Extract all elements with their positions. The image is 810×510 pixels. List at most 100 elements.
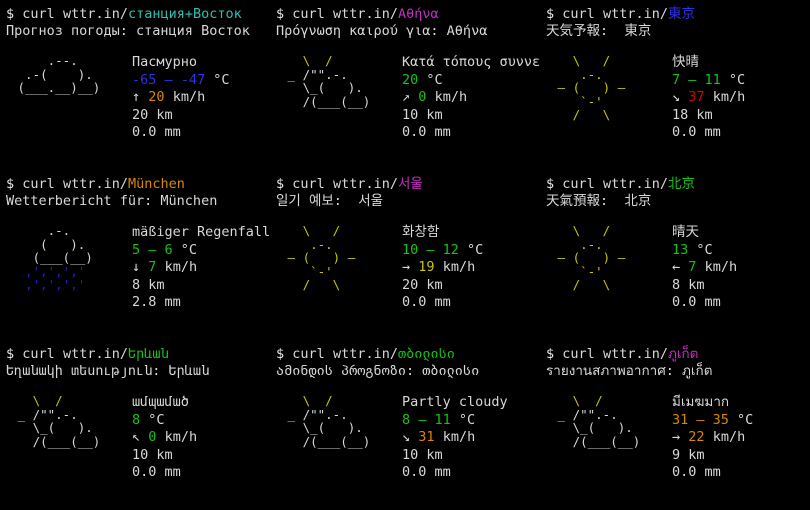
art-line: .-. <box>550 236 641 252</box>
url-host: wttr.in/ <box>332 346 398 362</box>
forecast-headline: Прогноз погоды: станция Восток <box>6 23 250 39</box>
art-line: .--. <box>10 53 101 68</box>
weather-ascii-art-partly-cloudy: \ / _ /"".-. \_( ). /(___(__) <box>276 394 402 448</box>
command-line: $ curl wttr.in/München <box>6 176 270 193</box>
art-line: \ / <box>550 53 641 68</box>
forecast-info: ամպամած 8 °C ↖ 0 km/h 10 km 0.0 mm <box>132 394 270 482</box>
wind-speed-value: 31 <box>418 429 435 445</box>
weather-ascii-art-sunny: \ / .-. ― ( ) ― `-' / \ <box>546 224 672 292</box>
art-line: _ /"".-. <box>10 406 108 422</box>
forecast-body: \ / .-. ― ( ) ― `-' / \ 화창함 10 — 12 °C → 1… <box>276 224 540 312</box>
curl-command: curl <box>292 176 325 192</box>
prompt-symbol: $ <box>546 6 555 22</box>
forecast-headline: 天気予報: 東京 <box>546 23 652 39</box>
curl-command: curl <box>22 176 55 192</box>
art-line: / \ <box>550 277 641 292</box>
forecast-body: .-. ( ). (___(__) ‚'‚'‚'‚' ‚'‚'‚'‚' mäßi… <box>6 224 270 312</box>
condition-text: มีเมฆมาก <box>672 394 730 410</box>
forecast-body: \ / _ /"".-. \_( ). /(___(__) ամպամած 8 °… <box>6 394 270 482</box>
url-city: თბილისი <box>397 346 455 362</box>
wind-speed-value: 20 <box>148 89 165 105</box>
weather-ascii-art-sunny: \ / .-. ― ( ) ― `-' / \ <box>276 224 402 292</box>
temperature-value: 13 <box>672 241 689 258</box>
wind-direction-arrow-icon: ← <box>672 259 681 275</box>
temperature-line: 5 — 6 °C <box>132 242 270 260</box>
forecast-headline: รายงานสภาพอากาศ: ภูเก็ต <box>546 363 713 379</box>
wind-line: → 22 km/h <box>672 429 810 447</box>
weather-ascii-art-partly-cloudy: \ / _ /"".-. \_( ). /(___(__) <box>6 394 132 448</box>
art-line: / \ <box>280 277 371 292</box>
forecast-info: 快晴 7 — 11 °C ↘ 37 km/h 18 km 0.0 mm <box>672 54 810 142</box>
art-rain-line: ‚'‚'‚'‚' <box>10 263 101 279</box>
forecast-body: .--. .-( ). (___.__)__) Пасмурно -65 — -47… <box>6 54 270 142</box>
precipitation-value: 0.0 mm <box>402 464 451 480</box>
forecast-headline: 일기 예보: 서울 <box>276 193 384 209</box>
art-line: \ / <box>550 223 641 238</box>
forecast-body: \ / _ /"".-. \_( ). /(___(__) มีเมฆมาก 31… <box>546 394 810 482</box>
precipitation-value: 0.0 mm <box>132 124 181 140</box>
temperature-line: 8 °C <box>132 412 270 430</box>
visibility-value: 10 km <box>402 446 443 463</box>
temperature-line: 13 °C <box>672 242 810 260</box>
wind-speed-value: 0 <box>418 89 427 105</box>
curl-command: curl <box>562 346 595 362</box>
wind-speed-unit: km/h <box>704 259 738 275</box>
prompt-symbol: $ <box>6 346 15 362</box>
temperature-value: 8 — 11 <box>402 411 451 428</box>
curl-command: curl <box>562 6 595 22</box>
wind-direction-arrow-icon: ↘ <box>402 429 411 445</box>
precipitation-value: 2.8 mm <box>132 294 181 310</box>
art-line: .-. <box>10 223 101 238</box>
url-city: станция+Восток <box>127 6 242 22</box>
condition-text: ամպամած <box>132 394 189 410</box>
visibility-value: 10 km <box>132 446 173 463</box>
art-line: ― ( ) ― <box>280 250 371 265</box>
wind-speed-unit: km/h <box>164 429 198 445</box>
url-host: wttr.in/ <box>602 346 668 362</box>
art-line: \_( ). <box>10 420 108 435</box>
condition-text: 晴天 <box>672 224 699 240</box>
art-line: .-. <box>280 236 371 252</box>
precipitation-value: 0.0 mm <box>402 124 451 140</box>
wind-line: ↑ 20 km/h <box>132 89 270 107</box>
forecast-headline: ამინდის პროგნოზი: თბილისი <box>276 363 480 379</box>
command-line: $ curl wttr.in/北京 <box>546 176 810 193</box>
art-line: `-' <box>280 263 371 279</box>
precipitation-value: 0.0 mm <box>132 464 181 480</box>
temperature-unit: °C <box>418 71 443 88</box>
url-city: 北京 <box>667 176 695 192</box>
art-line: ( ). <box>10 236 101 252</box>
wind-speed-value: 7 <box>148 259 157 275</box>
prompt-symbol: $ <box>546 346 555 362</box>
wind-speed-value: 7 <box>688 259 697 275</box>
art-line: ― ( ) ― <box>550 250 641 265</box>
visibility-value: 20 km <box>402 276 443 293</box>
wind-direction-arrow-icon: ↓ <box>132 259 141 275</box>
weather-ascii-art-overcast: .--. .-( ). (___.__)__) <box>6 54 132 95</box>
forecast-headline: Եղանակի տեսություն: Երևան <box>6 363 210 379</box>
url-host: wttr.in/ <box>62 346 128 362</box>
url-city: ภูเก็ต <box>667 346 699 362</box>
art-line: ― ( ) ― <box>550 80 641 95</box>
wind-direction-arrow-icon: → <box>672 429 681 445</box>
art-rain-line: ‚'‚'‚'‚' <box>10 277 101 292</box>
forecast-info: 화창함 10 — 12 °C → 19 km/h 20 km 0.0 mm <box>402 224 540 312</box>
url-city: München <box>127 176 185 192</box>
temperature-value: 20 <box>402 71 419 88</box>
condition-text: 快晴 <box>672 54 699 70</box>
forecast-info: มีเมฆมาก 31 — 35 °C → 22 km/h 9 km 0.0 mm <box>672 394 810 482</box>
temperature-value: 31 — 35 <box>672 411 729 428</box>
command-line: $ curl wttr.in/станция+Восток <box>6 6 270 23</box>
wind-line: ↗ 0 km/h <box>402 89 540 107</box>
forecast-body: \ / _ /"".-. \_( ). /(___(__) Partly clo… <box>276 394 540 482</box>
weather-panel-beijing: $ curl wttr.in/北京 天氣預報: 北京 \ / .-. ― ( ) … <box>540 170 810 340</box>
art-line: \ / <box>280 53 378 68</box>
forecast-body: \ / .-. ― ( ) ― `-' / \ 快晴 7 — 11 °C ↘ 37 … <box>546 54 810 142</box>
forecast-info: 晴天 13 °C ← 7 km/h 8 km 0.0 mm <box>672 224 810 312</box>
art-line: \_( ). <box>280 80 378 95</box>
temperature-value: -65 — -47 <box>132 71 206 88</box>
art-line: `-' <box>550 93 641 109</box>
art-line: _ /"".-. <box>280 66 378 82</box>
art-line: _ /"".-. <box>280 406 378 422</box>
weather-panel-phuket: $ curl wttr.in/ภูเก็ต รายงานสภาพอากาศ: ภู… <box>540 340 810 510</box>
